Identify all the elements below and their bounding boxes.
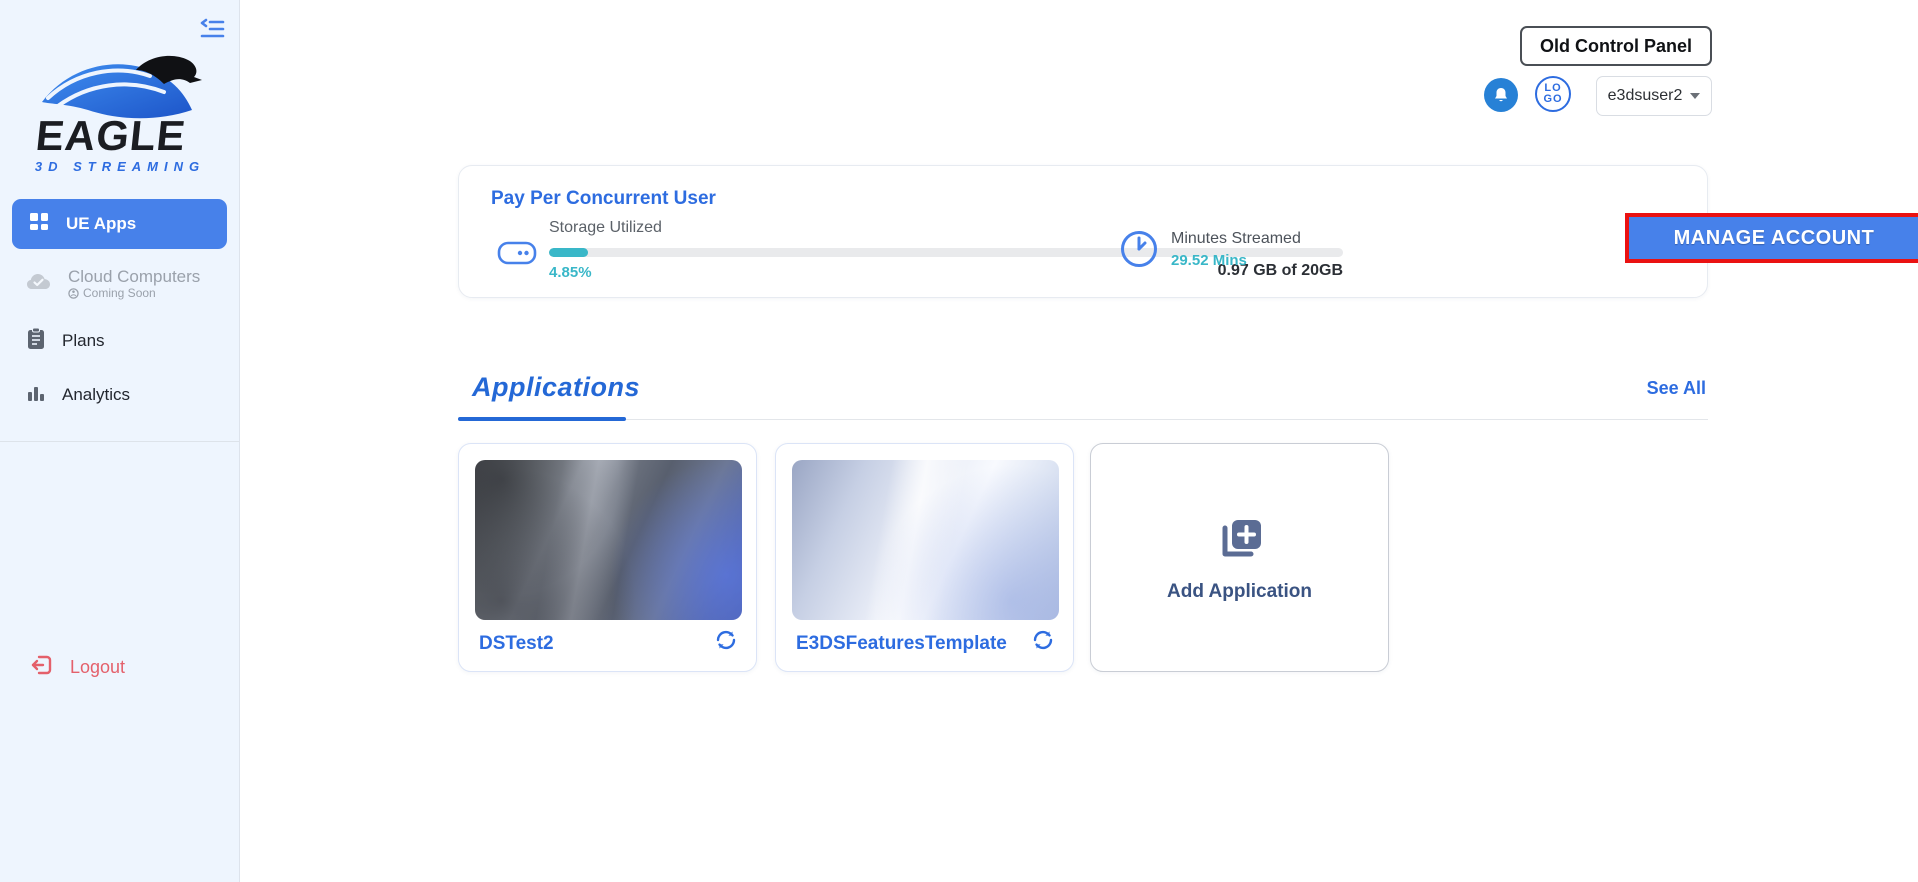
refresh-icon[interactable] xyxy=(714,628,738,657)
sidebar-item-label: Plans xyxy=(62,331,105,351)
app-thumbnail[interactable] xyxy=(792,460,1059,620)
notifications-button[interactable] xyxy=(1484,78,1518,112)
eagle-waves-icon xyxy=(42,56,202,118)
app-card-dstest2[interactable]: DSTest2 xyxy=(458,443,757,672)
manage-account-button[interactable]: MANAGE ACCOUNT xyxy=(1629,217,1918,259)
logo-title-text: EAGLE xyxy=(33,112,188,159)
storage-progress-fill xyxy=(549,248,588,257)
clipboard-icon xyxy=(26,327,46,356)
add-application-label: Add Application xyxy=(1167,581,1312,603)
refresh-icon[interactable] xyxy=(1031,628,1055,657)
main-content: Old Control Panel LO GO e3dsuser2 Pay Pe… xyxy=(240,0,1918,882)
collapse-sidebar-icon[interactable] xyxy=(197,14,227,42)
applications-title: Applications xyxy=(472,372,640,403)
user-menu-dropdown[interactable]: e3dsuser2 xyxy=(1596,76,1712,116)
sidebar-item-cloud-computers: Cloud Computers Coming Soon xyxy=(0,255,239,313)
cloud-check-icon xyxy=(26,272,52,297)
logo-subtitle-text: 3D STREAMING xyxy=(34,159,204,174)
storage-percent: 4.85% xyxy=(549,264,592,281)
app-thumbnail[interactable] xyxy=(475,460,742,620)
logo-badge-text: GO xyxy=(1543,94,1562,105)
username-label: e3dsuser2 xyxy=(1608,87,1683,105)
storage-utilized-label: Storage Utilized xyxy=(549,219,662,237)
sidebar-item-label: UE Apps xyxy=(66,214,136,234)
minutes-streamed-label: Minutes Streamed xyxy=(1171,230,1301,248)
sidebar-item-label: Cloud Computers xyxy=(68,267,200,287)
account-summary-card: Pay Per Concurrent User Storage Utilized… xyxy=(458,165,1708,298)
sidebar-item-label: Analytics xyxy=(62,385,130,405)
old-control-panel-button[interactable]: Old Control Panel xyxy=(1520,26,1712,66)
app-title[interactable]: E3DSFeaturesTemplate xyxy=(796,633,1007,655)
logout-icon xyxy=(30,653,54,682)
chevron-down-icon xyxy=(1690,93,1700,99)
app-title[interactable]: DSTest2 xyxy=(479,633,554,655)
sidebar: EAGLE 3D STREAMING UE Apps xyxy=(0,0,240,882)
sidebar-item-analytics[interactable]: Analytics xyxy=(0,371,239,419)
grid-icon xyxy=(28,211,50,238)
see-all-link[interactable]: See All xyxy=(1647,378,1706,399)
storage-icon xyxy=(497,239,537,272)
sidebar-divider xyxy=(0,441,239,442)
add-application-card[interactable]: Add Application xyxy=(1090,443,1389,672)
bell-icon xyxy=(1492,86,1510,104)
coming-soon-badge: Coming Soon xyxy=(68,287,200,301)
eagle-logo: EAGLE 3D STREAMING xyxy=(30,50,210,183)
sidebar-nav: UE Apps Cloud Computers Coming Soon xyxy=(0,199,239,442)
applications-title-underline xyxy=(458,417,626,421)
bar-chart-icon xyxy=(26,383,46,408)
clock-icon xyxy=(1119,229,1159,274)
logout-label: Logout xyxy=(70,657,125,678)
add-application-icon xyxy=(1213,512,1267,571)
sidebar-item-plans[interactable]: Plans xyxy=(0,317,239,365)
plan-title: Pay Per Concurrent User xyxy=(491,188,716,210)
applications-header: Applications See All xyxy=(458,370,1708,420)
manage-account-highlight: MANAGE ACCOUNT xyxy=(1625,213,1918,263)
sidebar-item-ue-apps[interactable]: UE Apps xyxy=(12,199,227,249)
coming-soon-icon xyxy=(68,288,79,299)
logout-button[interactable]: Logout xyxy=(30,653,125,682)
brand-logo-badge[interactable]: LO GO xyxy=(1535,76,1571,112)
minutes-streamed-value: 29.52 Mins xyxy=(1171,252,1247,269)
app-card-e3dsfeaturestemplate[interactable]: E3DSFeaturesTemplate xyxy=(775,443,1074,672)
